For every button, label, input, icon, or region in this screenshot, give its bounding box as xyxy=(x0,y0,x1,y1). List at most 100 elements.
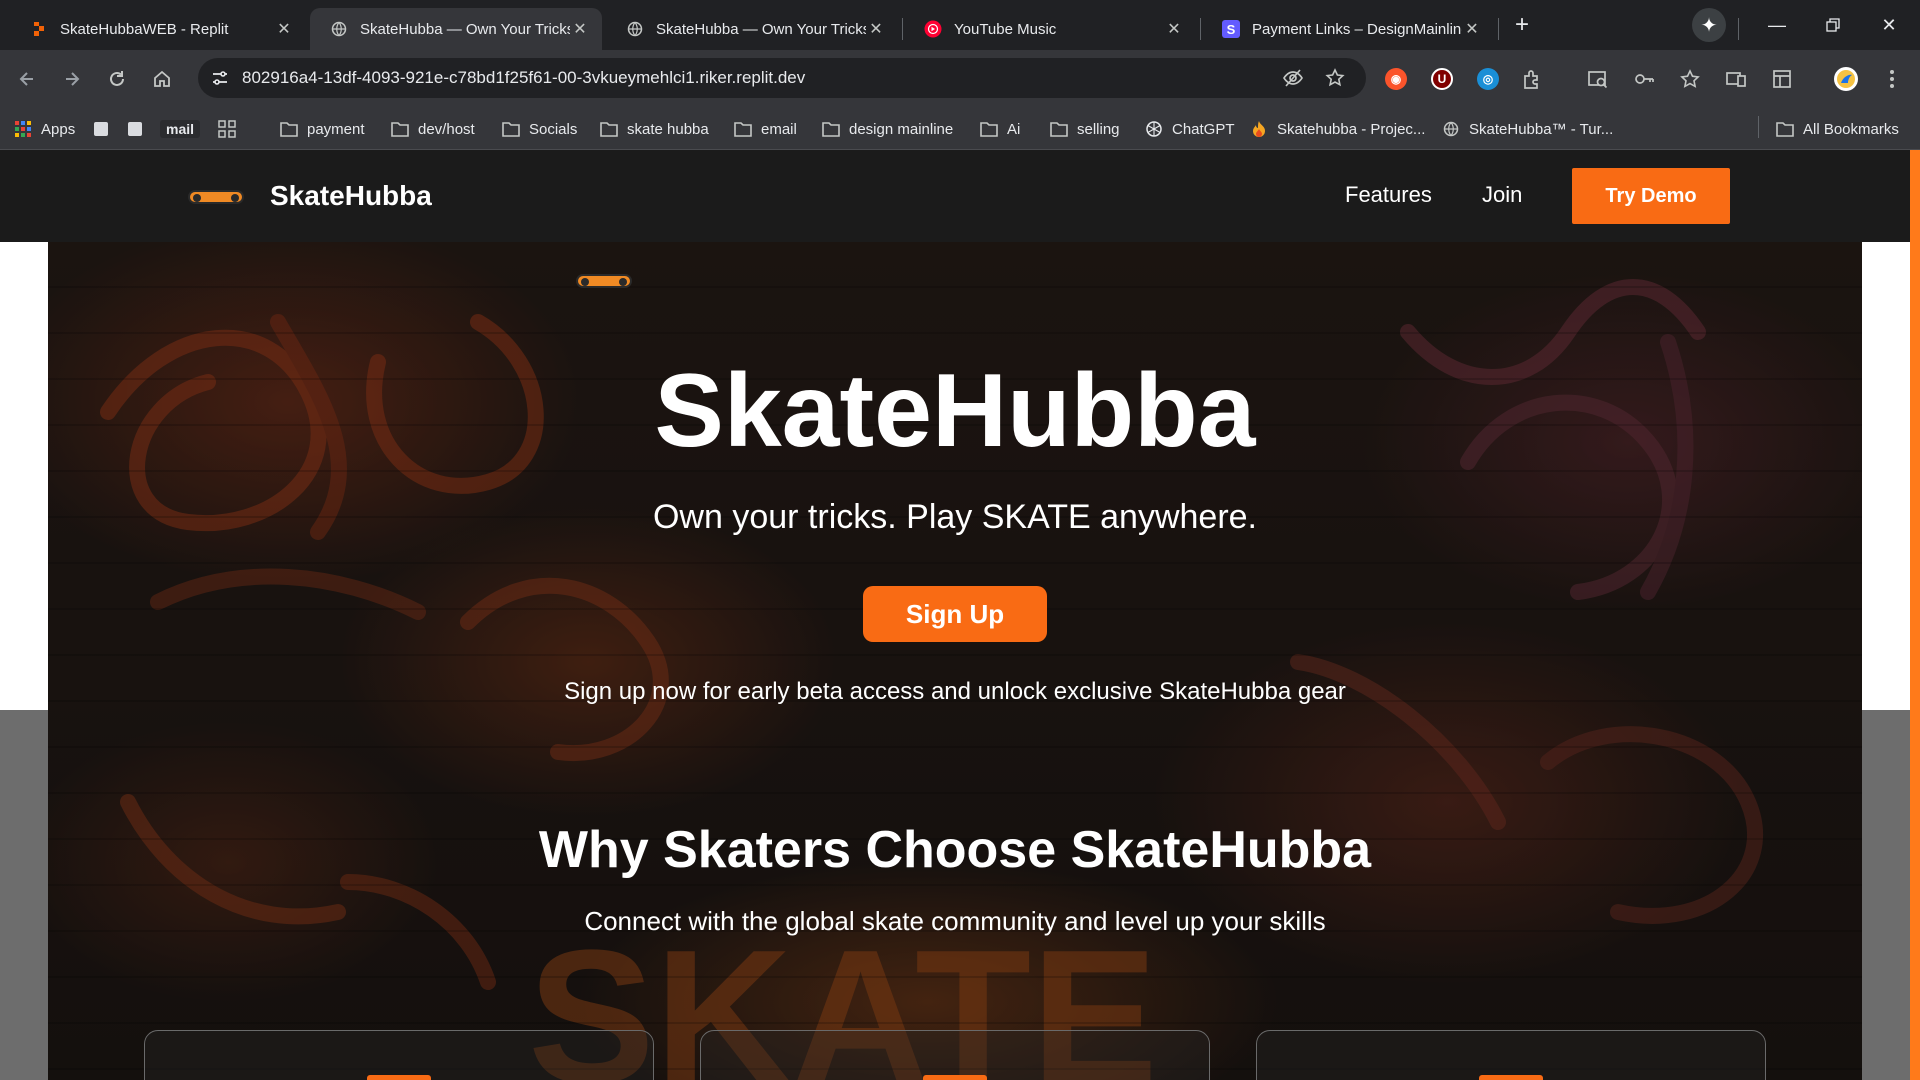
close-icon[interactable]: ✕ xyxy=(570,19,590,39)
close-icon[interactable]: ✕ xyxy=(1462,19,1482,39)
bookmark-folder-selling[interactable]: selling xyxy=(1050,117,1120,141)
vpn-extension-icon[interactable]: ◎ xyxy=(1470,61,1506,97)
restore-icon[interactable] xyxy=(1808,8,1858,42)
bookmark-label: SkateHubba™ - Tur... xyxy=(1469,120,1614,138)
menu-kebab-icon[interactable] xyxy=(1874,61,1910,97)
bookmark-folder-ai[interactable]: Ai xyxy=(980,117,1020,141)
replit-icon xyxy=(30,20,48,38)
tab-title: SkateHubba — Own Your Tricks xyxy=(360,20,570,38)
side-panel-icon[interactable] xyxy=(1764,61,1800,97)
tab-divider xyxy=(1200,18,1201,40)
ublock-extension-icon[interactable]: U xyxy=(1424,61,1460,97)
flame-icon xyxy=(1250,120,1268,138)
folder-icon xyxy=(280,120,298,138)
forward-arrow-icon[interactable] xyxy=(55,62,89,96)
skateboard-logo-icon[interactable] xyxy=(188,190,244,204)
stripe-icon: S xyxy=(1222,20,1240,38)
globe-icon xyxy=(330,20,348,38)
folder-icon xyxy=(502,120,520,138)
grid-icon xyxy=(218,120,236,138)
site-header: SkateHubba Features Join Try Demo xyxy=(0,150,1910,242)
bookmark-label: skate hubba xyxy=(627,120,709,138)
skateboard-logo-icon xyxy=(576,274,632,288)
folder-icon xyxy=(980,120,998,138)
tab-title: SkateHubbaWEB - Replit xyxy=(60,20,229,38)
bookmark-chatgpt[interactable]: ChatGPT xyxy=(1145,117,1235,141)
bookmarks-divider xyxy=(1758,116,1759,138)
bookmark-mail[interactable]: mail xyxy=(160,117,201,141)
bookmark-square-icon xyxy=(92,120,110,138)
bookmark-label: ChatGPT xyxy=(1172,120,1235,138)
folder-icon xyxy=(391,120,409,138)
features-title: Why Skaters Choose SkateHubba xyxy=(538,821,1372,879)
bookmark-label: design mainline xyxy=(849,120,954,138)
feature-card xyxy=(1256,1030,1766,1080)
devices-icon[interactable] xyxy=(1718,61,1754,97)
brand-name[interactable]: SkateHubba xyxy=(270,180,432,212)
scrollbar-thumb[interactable] xyxy=(1910,150,1920,1080)
bookmark-apps[interactable]: Apps xyxy=(14,117,75,141)
address-bar[interactable]: 802916a4-13df-4093-921e-c78bd1f25f61-00-… xyxy=(198,58,1366,98)
try-demo-button[interactable]: Try Demo xyxy=(1572,168,1730,224)
all-bookmarks-label: All Bookmarks xyxy=(1803,120,1899,138)
openai-icon xyxy=(1145,120,1163,138)
bookmark-folder-payment[interactable]: payment xyxy=(280,117,365,141)
features-subtitle: Connect with the global skate community … xyxy=(584,906,1326,936)
bookmark-label: Ai xyxy=(1007,120,1021,138)
star-bookmark-icon[interactable] xyxy=(1322,65,1348,91)
gemini-sparkle-icon[interactable]: ✦ xyxy=(1692,8,1726,42)
password-key-icon[interactable] xyxy=(1626,61,1662,97)
tab-divider xyxy=(1738,18,1739,40)
feature-card-icon xyxy=(367,1075,431,1080)
bookmark-folder-skate-hubba[interactable]: skate hubba xyxy=(600,117,709,141)
minimize-icon[interactable]: — xyxy=(1752,8,1802,42)
close-icon[interactable]: ✕ xyxy=(866,19,886,39)
folder-icon xyxy=(1776,120,1794,138)
new-tab-button[interactable]: + xyxy=(1508,12,1536,40)
bookmark-grid[interactable] xyxy=(218,117,245,141)
bookmark-label: Apps xyxy=(41,120,76,138)
bookmark-label: email xyxy=(761,120,797,138)
back-arrow-icon[interactable] xyxy=(10,62,44,96)
site-settings-icon[interactable] xyxy=(208,66,232,90)
bookmark-folder-email[interactable]: email xyxy=(734,117,797,141)
bookmark-folder-devhost[interactable]: dev/host xyxy=(391,117,475,141)
bookmark-square-2[interactable] xyxy=(126,117,153,141)
eye-off-icon[interactable] xyxy=(1280,65,1306,91)
home-icon[interactable] xyxy=(145,62,179,96)
profile-avatar[interactable] xyxy=(1828,61,1864,97)
nav-features[interactable]: Features xyxy=(1345,182,1432,208)
bookmark-skatehubba-project[interactable]: Skatehubba - Projec... xyxy=(1250,117,1425,141)
svg-text:S: S xyxy=(1227,22,1236,37)
hero-section: SKATE SkateHubba Own your tricks. Play S… xyxy=(48,242,1862,1080)
extensions-puzzle-icon[interactable] xyxy=(1514,61,1550,97)
bookmark-square-1[interactable] xyxy=(92,117,119,141)
tab-youtube-music[interactable]: YouTube Music ✕ xyxy=(904,8,1196,50)
feature-card-icon xyxy=(923,1075,987,1080)
all-bookmarks[interactable]: All Bookmarks xyxy=(1776,117,1899,141)
url-text[interactable]: 802916a4-13df-4093-921e-c78bd1f25f61-00-… xyxy=(242,68,805,88)
tab-skatehubba[interactable]: SkateHubba — Own Your Tricks ✕ xyxy=(606,8,898,50)
bookmark-label: Socials xyxy=(529,120,578,138)
tab-strip: SkateHubbaWEB - Replit ✕ SkateHubba — Ow… xyxy=(0,0,1920,50)
nav-join[interactable]: Join xyxy=(1482,182,1522,208)
brave-extension-icon[interactable]: ◉ xyxy=(1378,61,1414,97)
reload-icon[interactable] xyxy=(100,62,134,96)
sign-up-button[interactable]: Sign Up xyxy=(863,586,1047,642)
bookmark-folder-socials[interactable]: Socials xyxy=(502,117,577,141)
feature-card xyxy=(144,1030,654,1080)
reading-list-star-icon[interactable] xyxy=(1672,61,1708,97)
close-icon[interactable]: ✕ xyxy=(274,19,294,39)
hero-subtitle: Own your tricks. Play SKATE anywhere. xyxy=(652,498,1257,536)
tab-replit[interactable]: SkateHubbaWEB - Replit ✕ xyxy=(10,8,306,50)
search-tab-icon[interactable] xyxy=(1580,61,1616,97)
window-close-icon[interactable]: ✕ xyxy=(1864,8,1914,42)
tab-divider xyxy=(902,18,903,40)
tab-payment-links[interactable]: S Payment Links – DesignMainline ✕ xyxy=(1202,8,1494,50)
bookmark-folder-design-mainline[interactable]: design mainline xyxy=(822,117,953,141)
feature-card xyxy=(700,1030,1210,1080)
bookmark-skatehubba-turbo[interactable]: SkateHubba™ - Tur... xyxy=(1442,117,1613,141)
tab-skatehubba-active[interactable]: SkateHubba — Own Your Tricks ✕ xyxy=(310,8,602,50)
tab-divider xyxy=(1498,18,1499,40)
close-icon[interactable]: ✕ xyxy=(1164,19,1184,39)
